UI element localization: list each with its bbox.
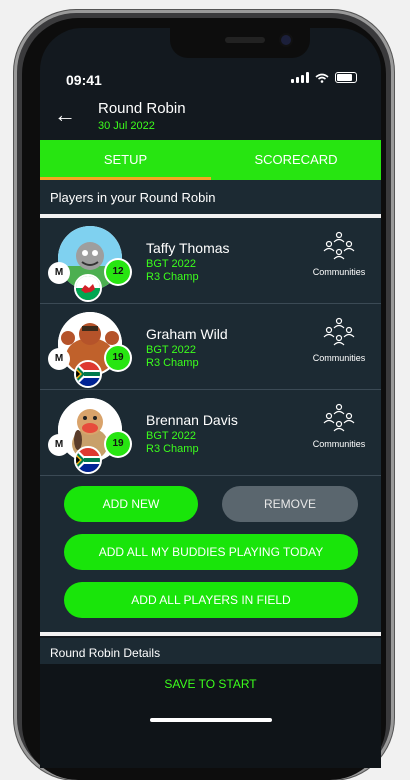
player-status: R3 Champ — [146, 443, 199, 455]
member-badge: M — [48, 434, 70, 456]
communities-label: Communities — [312, 267, 366, 277]
home-indicator-area — [40, 704, 381, 768]
page-title: Round Robin — [98, 100, 186, 117]
handicap-badge: 19 — [106, 432, 130, 456]
front-camera — [281, 35, 291, 45]
player-event: BGT 2022 — [146, 430, 196, 442]
tab-setup[interactable]: SETUP — [40, 140, 211, 180]
page-date: 30 Jul 2022 — [98, 120, 155, 132]
save-to-start-button[interactable]: SAVE TO START — [40, 664, 381, 704]
wales-flag-icon — [74, 274, 102, 302]
status-time: 09:41 — [66, 72, 102, 88]
player-name: Taffy Thomas — [146, 240, 230, 256]
player-row[interactable]: M 19 Graham Wild BGT 2022 R3 Champ Commu… — [40, 304, 381, 390]
communities-label: Communities — [312, 439, 366, 449]
add-buddies-button[interactable]: ADD ALL MY BUDDIES PLAYING TODAY — [64, 534, 358, 570]
member-badge: M — [48, 348, 70, 370]
remove-button[interactable]: REMOVE — [222, 486, 358, 522]
tab-scorecard[interactable]: SCORECARD — [211, 140, 381, 180]
notch — [170, 28, 310, 58]
player-row[interactable]: M 12 Taffy Thomas BGT 2022 R3 Champ Comm… — [40, 218, 381, 304]
details-section-title: Round Robin Details — [50, 646, 161, 660]
home-indicator[interactable] — [150, 718, 272, 722]
player-actions: ADD NEW REMOVE ADD ALL MY BUDDIES PLAYIN… — [40, 476, 381, 634]
wifi-icon — [315, 73, 329, 83]
add-new-button[interactable]: ADD NEW — [64, 486, 198, 522]
speaker — [225, 37, 265, 43]
handicap-badge: 12 — [106, 260, 130, 284]
players-section-header: Players in your Round Robin — [40, 180, 381, 214]
status-icons — [291, 72, 357, 83]
player-status: R3 Champ — [146, 271, 199, 283]
south-africa-flag-icon — [74, 360, 102, 388]
south-africa-flag-icon — [74, 446, 102, 474]
member-badge: M — [48, 262, 70, 284]
player-name: Graham Wild — [146, 326, 228, 342]
signal-icon — [291, 72, 309, 83]
app-header: ← Round Robin 30 Jul 2022 — [40, 92, 381, 144]
tab-bar: SETUP SCORECARD — [40, 140, 381, 180]
communities-label: Communities — [312, 353, 366, 363]
back-arrow-icon[interactable]: ← — [54, 102, 76, 128]
player-status: R3 Champ — [146, 357, 199, 369]
player-name: Brennan Davis — [146, 412, 238, 428]
communities-button[interactable]: Communities — [307, 316, 371, 363]
communities-icon — [323, 403, 355, 432]
player-event: BGT 2022 — [146, 344, 196, 356]
players-section-title: Players in your Round Robin — [50, 190, 216, 205]
communities-icon — [323, 231, 355, 260]
communities-button[interactable]: Communities — [307, 402, 371, 449]
communities-button[interactable]: Communities — [307, 230, 371, 277]
player-row[interactable]: M 19 Brennan Davis BGT 2022 R3 Champ Com… — [40, 390, 381, 476]
handicap-badge: 19 — [106, 346, 130, 370]
communities-icon — [323, 317, 355, 346]
divider — [40, 632, 381, 636]
app-screen: 09:41 ← Round Robin 30 Jul 2022 SETUP SC… — [40, 28, 381, 768]
add-field-players-button[interactable]: ADD ALL PLAYERS IN FIELD — [64, 582, 358, 618]
status-bar: 09:41 — [40, 68, 381, 92]
details-section-header[interactable]: Round Robin Details — [40, 638, 381, 664]
player-event: BGT 2022 — [146, 258, 196, 270]
battery-icon — [335, 72, 357, 83]
